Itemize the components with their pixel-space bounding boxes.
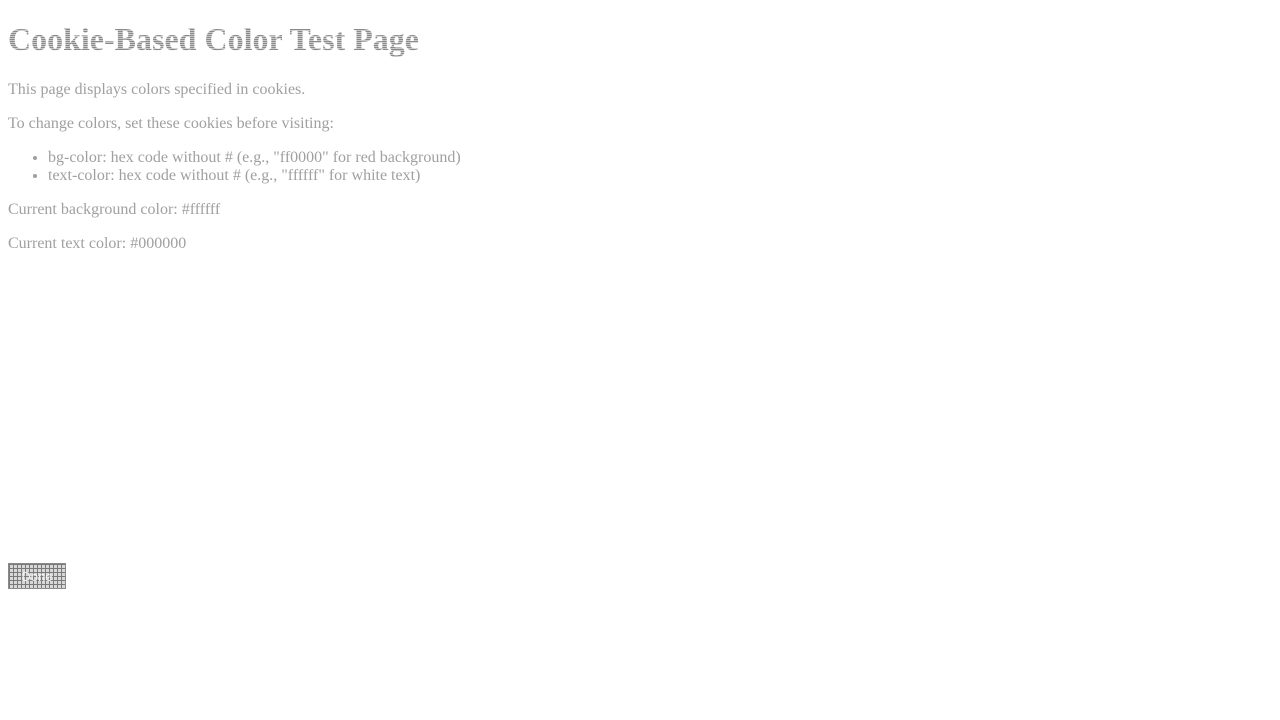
current-text-color: Current text color: #000000 (8, 235, 187, 252)
page-content: Cookie-Based Color Test Page This page d… (8, 0, 1268, 253)
cookie-item-text-color: text-color: hex code without # (e.g., "f… (48, 167, 1268, 185)
done-button[interactable]: Done (8, 563, 66, 589)
current-background-color: Current background color: #ffffff (8, 201, 221, 218)
intro-text: This page displays colors specified in c… (8, 81, 306, 98)
instructions-text: To change colors, set these cookies befo… (8, 115, 334, 132)
cookie-list: bg-color: hex code without # (e.g., "ff0… (8, 149, 1268, 185)
page-title: Cookie-Based Color Test Page (8, 21, 419, 57)
cookie-item-bg-color: bg-color: hex code without # (e.g., "ff0… (48, 149, 1268, 167)
